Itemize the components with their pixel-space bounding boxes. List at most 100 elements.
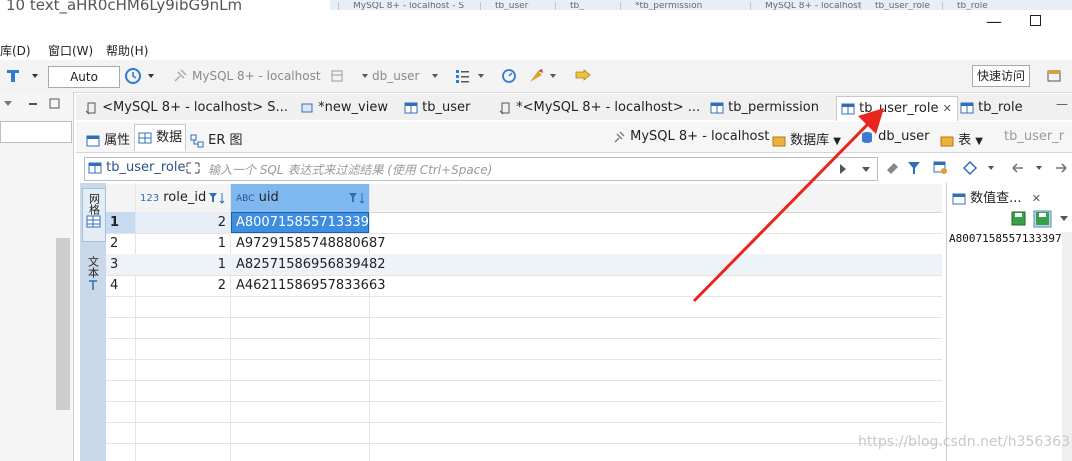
- value-viewer-scrollbar[interactable]: [1062, 232, 1072, 461]
- grid-row-line: [106, 401, 942, 402]
- toolbar-tools-group[interactable]: [500, 67, 600, 85]
- row-number[interactable]: 2: [107, 233, 138, 254]
- tab-label: <MySQL 8+ - localhost> S...: [102, 100, 288, 115]
- schema-link[interactable]: db_user: [860, 129, 930, 144]
- taskbar-tab[interactable]: MySQL 8+ - localhost: [750, 2, 865, 10]
- database-cylinder-icon: [862, 131, 872, 143]
- history-icon[interactable]: [124, 67, 160, 85]
- tab-label: *new_view: [318, 100, 388, 115]
- active-connection-label[interactable]: MySQL 8+ - localhost: [192, 69, 321, 83]
- chevron-down-icon[interactable]: ▼: [975, 136, 983, 147]
- active-database-label[interactable]: db_user: [372, 69, 419, 83]
- tab-tb-role[interactable]: tb_role: [956, 96, 1023, 120]
- taskbar-tab[interactable]: tb_user_role: [860, 2, 945, 10]
- tables-label: 表: [958, 133, 972, 148]
- expand-filter-icon[interactable]: [184, 160, 202, 176]
- table-link[interactable]: tb_user_r: [1004, 129, 1064, 144]
- tab-sql-script-1[interactable]: <MySQL 8+ - localhost> S...: [80, 96, 288, 120]
- row-number[interactable]: 3: [107, 254, 138, 275]
- tab-er-diagram[interactable]: ER 图: [190, 129, 243, 148]
- table-icon: [841, 103, 855, 114]
- sort-filter-icon[interactable]: [208, 191, 228, 205]
- tab-tb-user[interactable]: tb_user: [400, 96, 470, 120]
- grid-row-line: [106, 380, 942, 381]
- tables-folder-icon: [940, 136, 954, 146]
- menu-database[interactable]: 库(D): [0, 42, 31, 59]
- tab-properties-label: 属性: [104, 133, 131, 148]
- connection-plug-icon: [614, 131, 625, 142]
- tab-tb-user-role[interactable]: tb_user_role ✕: [836, 96, 958, 121]
- filter-table-label: tb_user_role: [106, 160, 186, 175]
- row-number[interactable]: 4: [107, 275, 138, 296]
- grid-row-line: [106, 275, 942, 276]
- tab-new-view[interactable]: *new_view: [296, 96, 388, 120]
- filter-toolbar-icons[interactable]: [884, 158, 1004, 178]
- string-type-icon: ABC: [236, 194, 255, 204]
- filter-input[interactable]: 输入一个 SQL 表达式来过滤结果 (使用 Ctrl+Space): [208, 161, 492, 178]
- column-header-uid[interactable]: ABC uid: [236, 184, 279, 212]
- value-viewer-label: 数值查...: [970, 191, 1022, 206]
- cell-role-id[interactable]: 2: [140, 275, 226, 296]
- minimize-editor-icon[interactable]: —: [1056, 97, 1068, 111]
- tab-text-label: 文本: [86, 256, 100, 278]
- tab-label: tb_role: [978, 100, 1023, 115]
- commit-mode-select[interactable]: Auto: [48, 66, 120, 88]
- cell-role-id[interactable]: 1: [140, 233, 226, 254]
- close-panel-icon[interactable]: ✕: [1032, 192, 1041, 205]
- column-header-role-id[interactable]: 123 role_id: [140, 184, 206, 212]
- cell-uid[interactable]: A46211586957833663: [236, 275, 386, 296]
- taskbar-tab[interactable]: *tb_permission: [620, 2, 745, 10]
- tab-text-view[interactable]: 文本: [82, 256, 104, 306]
- menu-bar: [0, 40, 1072, 60]
- taskbar-tab[interactable]: tb_role: [942, 2, 1007, 10]
- transaction-mode-icon[interactable]: [6, 68, 44, 84]
- cell-uid[interactable]: A97291585748880687: [236, 233, 386, 254]
- connection-link[interactable]: MySQL 8+ - localhost: [612, 129, 769, 144]
- sort-filter-icon[interactable]: [348, 191, 368, 205]
- tab-data-label: 数据: [156, 130, 183, 145]
- table-icon: [960, 102, 974, 113]
- cell-role-id[interactable]: 2: [140, 212, 226, 233]
- filter-controls[interactable]: [836, 161, 876, 177]
- taskbar-tab[interactable]: MySQL 8+ - localhost - S: [338, 2, 473, 10]
- view-icon: [301, 103, 313, 112]
- tab-grid-view[interactable]: 网格: [82, 188, 106, 242]
- taskbar-tab[interactable]: tb_: [555, 2, 610, 10]
- toolbar-dropdown-group[interactable]: [430, 68, 490, 84]
- tab-label: tb_user_role: [859, 101, 939, 116]
- value-viewer-toolbar[interactable]: [1010, 210, 1072, 228]
- value-viewer-icon: [952, 193, 966, 204]
- tab-sql-script-2[interactable]: *<MySQL 8+ - localhost> ...: [494, 96, 700, 120]
- chevron-down-icon[interactable]: ▼: [833, 136, 841, 147]
- taskbar-tabs: MySQL 8+ - localhost - S tb_user tb_ *tb…: [330, 0, 1072, 10]
- close-tab-icon[interactable]: ✕: [943, 102, 952, 115]
- minimize-button[interactable]: —: [986, 12, 1002, 31]
- watermark: https://blog.csdn.net/h356363: [858, 434, 1071, 450]
- tab-data[interactable]: 数据: [134, 124, 187, 151]
- navigator-view-controls[interactable]: [2, 97, 72, 111]
- filter-table-name: tb_user_role: [88, 160, 185, 175]
- tables-link[interactable]: 表 ▼: [940, 129, 983, 148]
- column-header-label: role_id: [163, 190, 207, 205]
- database-folder-icon: [772, 136, 786, 146]
- menu-window[interactable]: 窗口(W): [48, 42, 93, 59]
- tab-properties[interactable]: 属性: [86, 129, 130, 148]
- value-viewer-content[interactable]: A80071585571333974: [949, 232, 1069, 246]
- maximize-button[interactable]: [1030, 15, 1041, 26]
- tab-tb-permission[interactable]: tb_permission: [706, 96, 819, 120]
- row-number[interactable]: 1: [107, 212, 138, 233]
- taskbar-tab[interactable]: tb_user: [480, 2, 555, 10]
- cell-role-id[interactable]: 1: [140, 254, 226, 275]
- perspective-icon[interactable]: [1046, 68, 1064, 84]
- navigation-arrows[interactable]: [1010, 160, 1072, 176]
- value-viewer-title[interactable]: 数值查... ✕: [952, 187, 1041, 206]
- navigator-scrollbar[interactable]: [56, 238, 70, 410]
- window-title: 10 text_aHR0cHM6Ly9ibG9nLm: [6, 0, 243, 14]
- cell-uid[interactable]: A82571586956839482: [236, 254, 386, 275]
- navigator-filter-input[interactable]: [0, 121, 72, 143]
- quick-access-button[interactable]: 快速访问: [972, 65, 1031, 87]
- cell-uid[interactable]: A80071585571333974: [236, 212, 386, 233]
- database-link[interactable]: 数据库 ▼: [772, 129, 841, 148]
- menu-help[interactable]: 帮助(H): [106, 42, 148, 59]
- column-header-label: uid: [258, 190, 279, 205]
